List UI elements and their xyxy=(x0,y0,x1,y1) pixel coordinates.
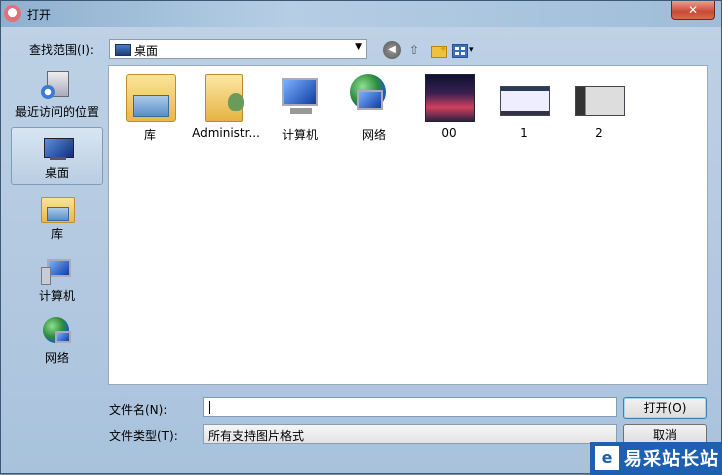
new-folder-button[interactable]: ✦ xyxy=(429,41,447,59)
place-label: 计算机 xyxy=(38,289,75,303)
watermark-text: 易采站长站 xyxy=(624,449,719,470)
item-label: 2 xyxy=(595,126,603,140)
view-menu-button[interactable]: ▾ xyxy=(452,41,478,59)
user-folder-icon xyxy=(205,74,244,122)
image-thumbnail-icon xyxy=(575,86,625,116)
window-title: 打开 xyxy=(27,8,52,22)
open-file-dialog: 打开 ✕ 查找范围(I): 桌面 ▼ ◀ ⇧ ✦ ▾ 最近访问的位置 桌面 库 … xyxy=(0,0,722,475)
network-icon xyxy=(41,317,73,347)
list-item[interactable]: 网络 xyxy=(337,72,411,142)
monitor-shape xyxy=(282,78,318,106)
monitor-shape xyxy=(357,90,383,110)
list-item[interactable]: 计算机 xyxy=(263,72,337,142)
lookin-label: 查找范围(I): xyxy=(29,43,94,57)
list-item[interactable]: 1 xyxy=(487,72,561,140)
item-label: 1 xyxy=(520,126,528,140)
place-label: 桌面 xyxy=(44,166,69,180)
desktop-icon xyxy=(115,44,131,56)
place-desktop[interactable]: 桌面 xyxy=(11,127,103,185)
filetype-label: 文件类型(T): xyxy=(109,429,178,443)
item-label: Administr... xyxy=(192,126,260,140)
filename-field[interactable] xyxy=(203,397,617,417)
item-label: 计算机 xyxy=(281,128,318,142)
open-button[interactable]: 打开(O) xyxy=(623,397,707,419)
image-thumbnail-icon xyxy=(500,86,550,116)
recent-places-icon xyxy=(41,71,73,101)
app-icon xyxy=(4,5,21,22)
list-item[interactable]: Administr... xyxy=(189,72,263,140)
lookin-value: 桌面 xyxy=(134,44,159,58)
place-recent[interactable]: 最近访问的位置 xyxy=(11,67,103,125)
library-icon xyxy=(41,193,75,223)
lookin-dropdown[interactable]: 桌面 ▼ xyxy=(109,39,367,59)
desktop-icon xyxy=(42,132,74,162)
image-thumbnail-icon xyxy=(425,74,475,122)
chevron-down-icon: ▼ xyxy=(355,42,362,52)
monitor-base xyxy=(290,108,312,114)
toolbar: 查找范围(I): 桌面 ▼ ◀ ⇧ ✦ ▾ xyxy=(1,35,721,63)
filetype-dropdown[interactable]: 所有支持图片格式 xyxy=(203,424,617,444)
text-caret xyxy=(209,401,210,414)
view-grid-icon xyxy=(452,44,468,58)
place-label: 网络 xyxy=(44,351,69,365)
title-bar: 打开 ✕ xyxy=(1,1,721,27)
chevron-down-icon: ▾ xyxy=(469,45,474,55)
list-item[interactable]: 2 xyxy=(562,72,636,140)
place-library[interactable]: 库 xyxy=(11,189,103,247)
place-label: 最近访问的位置 xyxy=(14,105,99,119)
list-item[interactable]: 00 xyxy=(412,72,486,140)
places-bar: 最近访问的位置 桌面 库 计算机 网络 xyxy=(11,67,107,379)
file-list[interactable]: 库 Administr... 计算机 网络 00 1 2 xyxy=(108,65,708,385)
watermark-logo: e xyxy=(595,446,619,470)
sparkle-icon: ✦ xyxy=(439,44,448,55)
place-network[interactable]: 网络 xyxy=(11,313,103,371)
computer-icon xyxy=(41,255,73,285)
item-label: 网络 xyxy=(361,128,386,142)
place-computer[interactable]: 计算机 xyxy=(11,251,103,309)
place-label: 库 xyxy=(50,227,63,241)
library-folder-icon xyxy=(126,74,176,122)
up-folder-button[interactable]: ⇧ xyxy=(405,41,423,59)
computer-icon xyxy=(276,74,324,120)
filetype-value: 所有支持图片格式 xyxy=(208,429,305,443)
close-button[interactable]: ✕ xyxy=(671,1,715,20)
filename-label: 文件名(N): xyxy=(109,403,168,417)
list-item[interactable]: 库 xyxy=(113,72,187,142)
item-label: 库 xyxy=(143,128,156,142)
watermark: e 易采站长站 xyxy=(590,442,722,475)
item-label: 00 xyxy=(441,126,457,140)
back-button[interactable]: ◀ xyxy=(383,41,401,59)
